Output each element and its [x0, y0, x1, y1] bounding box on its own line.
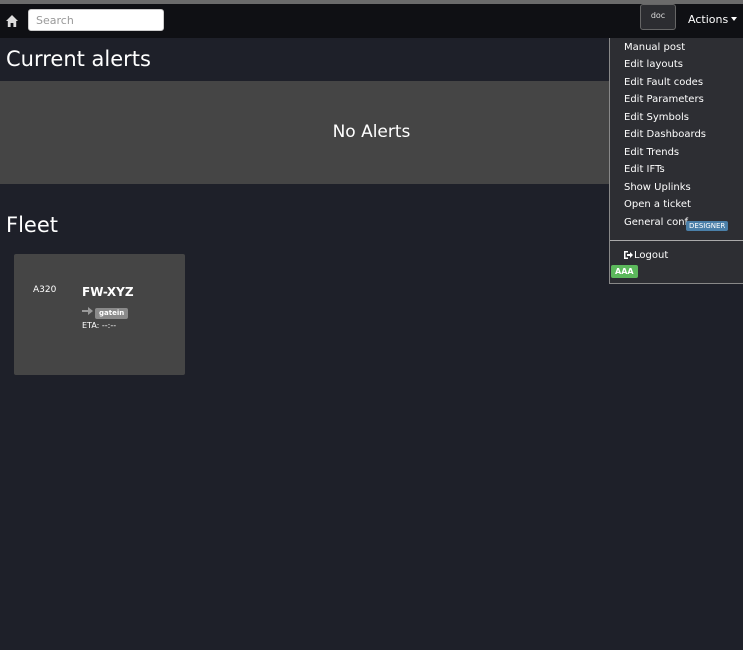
menu-item-manual-post[interactable]: Manual post [624, 42, 685, 53]
aircraft-type: A320 [33, 285, 57, 295]
actions-menu: Manual post Edit layouts Edit Fault code… [609, 38, 743, 284]
menu-item-edit-symbols[interactable]: Edit Symbols [624, 112, 689, 123]
menu-item-general-conf[interactable]: General conf [624, 217, 688, 228]
menu-divider [610, 240, 743, 241]
actions-dropdown-toggle[interactable]: Actions [688, 13, 738, 26]
arrow-right-icon [82, 307, 93, 315]
navbar: doc Actions [0, 4, 743, 38]
doc-button[interactable]: doc [640, 4, 676, 30]
menu-item-edit-trends[interactable]: Edit Trends [624, 147, 679, 158]
aircraft-registration: FW-XYZ [82, 285, 134, 299]
alerts-title: Current alerts [6, 47, 151, 71]
menu-item-show-uplinks[interactable]: Show Uplinks [624, 182, 691, 193]
actions-label: Actions [688, 13, 729, 26]
eta-text: ETA: --:-- [82, 321, 117, 330]
caret-down-icon [731, 17, 738, 21]
logout-link[interactable]: Logout [624, 250, 668, 261]
menu-item-edit-fault-codes[interactable]: Edit Fault codes [624, 77, 703, 88]
home-icon[interactable] [5, 14, 19, 28]
logout-label: Logout [634, 250, 669, 261]
menu-item-open-ticket[interactable]: Open a ticket [624, 199, 691, 210]
logout-icon [624, 251, 633, 259]
status-badge: gatein [95, 308, 129, 319]
menu-item-edit-parameters[interactable]: Edit Parameters [624, 94, 704, 105]
aircraft-card[interactable]: A320 FW-XYZ gatein ETA: --:-- [14, 254, 185, 375]
menu-item-edit-ifts[interactable]: Edit IFTs [624, 164, 665, 175]
menu-item-edit-dashboards[interactable]: Edit Dashboards [624, 129, 706, 140]
search-input[interactable] [28, 9, 164, 31]
user-badge: AAA [611, 265, 638, 278]
menu-item-edit-layouts[interactable]: Edit layouts [624, 59, 683, 70]
designer-badge: DESIGNER [686, 221, 729, 231]
fleet-title: Fleet [6, 213, 58, 237]
